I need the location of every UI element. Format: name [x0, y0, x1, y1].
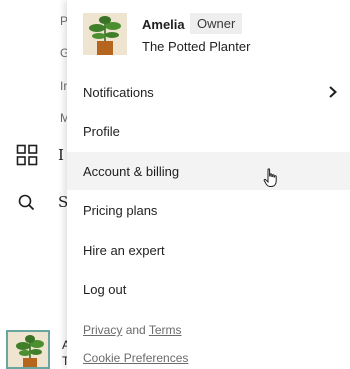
plant-icon: [83, 13, 127, 55]
menu-item-log-out[interactable]: Log out: [67, 270, 350, 308]
menu-item-label: Profile: [83, 123, 120, 139]
menu-item-pricing-plans[interactable]: Pricing plans: [67, 191, 350, 229]
role-badge: Owner: [190, 13, 243, 34]
menu-item-label: Hire an expert: [83, 242, 165, 258]
menu-item-label: Pricing plans: [83, 202, 158, 218]
menu-item-label: Log out: [83, 281, 127, 297]
menu-item-label: Account & billing: [83, 163, 180, 179]
menu-item-hire-expert[interactable]: Hire an expert: [67, 231, 350, 269]
menu-item-profile[interactable]: Profile: [67, 112, 350, 150]
search-icon: [18, 194, 35, 211]
menu-item-notifications[interactable]: Notifications: [67, 73, 350, 111]
hand-pointer-icon: [263, 168, 277, 187]
menu-item-account-billing[interactable]: Account & billing: [67, 152, 350, 190]
user-name: Amelia: [142, 17, 185, 32]
sidebar-item-label[interactable]: I: [58, 146, 64, 164]
privacy-link[interactable]: Privacy: [83, 323, 122, 337]
legal-links: Privacy and Terms: [83, 323, 182, 337]
cookie-preferences-link[interactable]: Cookie Preferences: [83, 351, 188, 365]
chevron-right-icon: [329, 86, 337, 98]
menu-header: Amelia Owner The Potted Planter: [67, 0, 350, 64]
cookie-preferences-line: Cookie Preferences: [83, 351, 188, 365]
grid-icon: [16, 144, 38, 166]
menu-item-label: Notifications: [83, 84, 154, 100]
legal-and-text: and: [125, 323, 146, 337]
plant-icon[interactable]: [6, 330, 50, 369]
store-name: The Potted Planter: [142, 39, 251, 54]
terms-link[interactable]: Terms: [149, 323, 182, 337]
account-menu: Amelia Owner The Potted Planter Notifica…: [67, 0, 350, 369]
